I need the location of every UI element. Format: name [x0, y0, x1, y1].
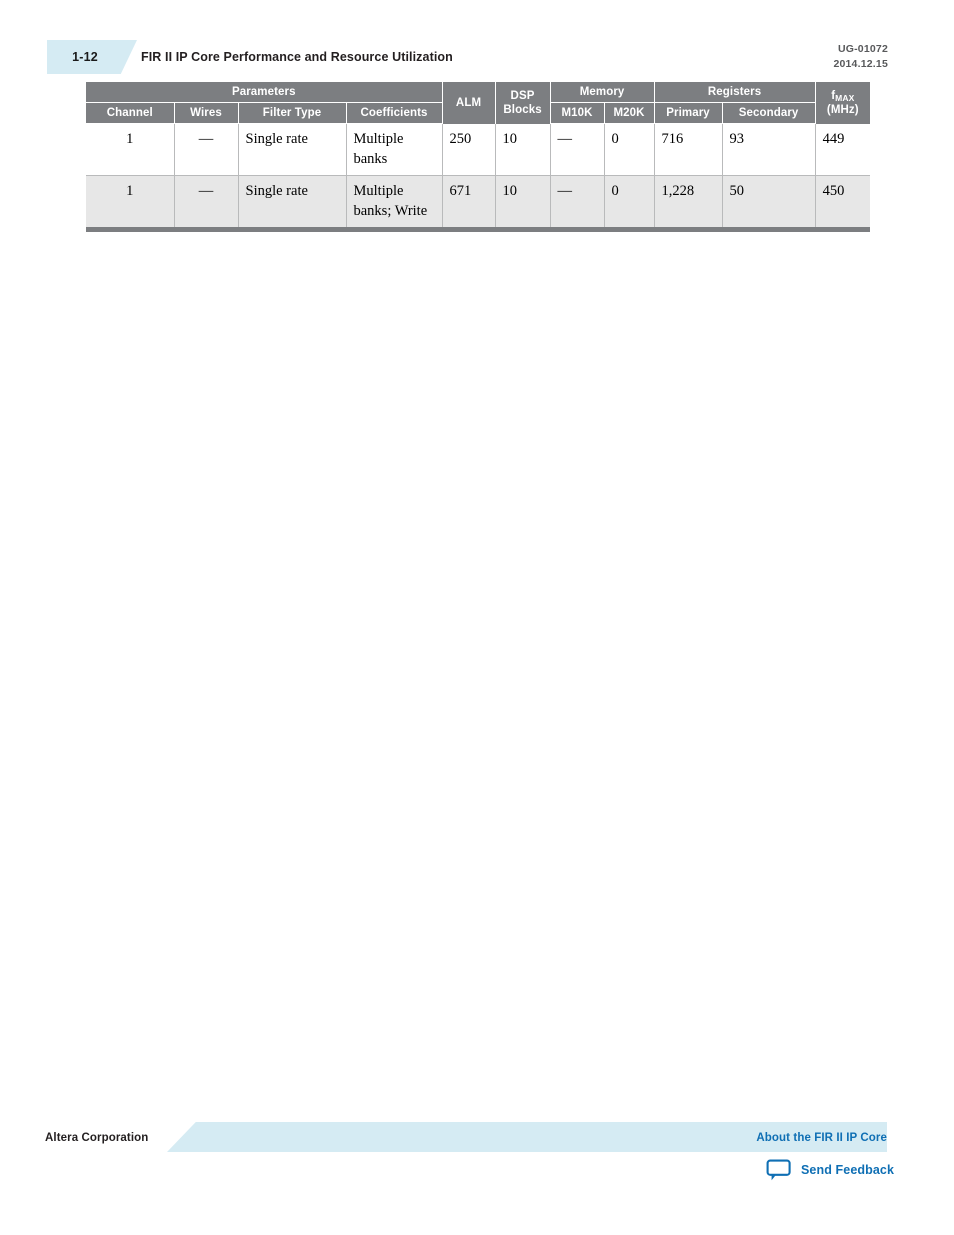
cell-fmax: 449	[814, 123, 871, 176]
page-number: 1-12	[72, 50, 98, 64]
cell-m20k: 0	[603, 123, 655, 176]
document-meta: UG-01072 2014.12.15	[833, 42, 888, 72]
table-row: 1 — Single rate Multiple banks; Write 67…	[86, 175, 871, 227]
header-dsp-blocks-line1: DSP	[510, 89, 535, 102]
header-filter-type: Filter Type	[237, 102, 347, 124]
cell-coefficients: Multiple banks; Write	[345, 175, 443, 227]
header-wires: Wires	[173, 102, 239, 124]
cell-fmax: 450	[814, 175, 871, 227]
cell-filter-type: Single rate	[237, 175, 347, 227]
cell-wires: —	[173, 175, 239, 227]
cell-primary: 1,228	[653, 175, 723, 227]
cell-m10k: —	[549, 123, 605, 176]
page-title: FIR II IP Core Performance and Resource …	[141, 50, 453, 64]
page-header: 1-12 FIR II IP Core Performance and Reso…	[0, 40, 954, 76]
header-primary: Primary	[653, 102, 723, 124]
cell-alm: 250	[441, 123, 496, 176]
send-feedback-label: Send Feedback	[801, 1163, 894, 1177]
cell-dsp-blocks: 10	[494, 123, 551, 176]
header-fmax-subscript: MAX	[835, 92, 855, 103]
cell-channel: 1	[86, 175, 175, 227]
header-secondary: Secondary	[721, 102, 816, 124]
footer-corporation: Altera Corporation	[45, 1132, 149, 1144]
document-id: UG-01072	[837, 43, 888, 55]
cell-m20k: 0	[603, 175, 655, 227]
table-header-group-row: Parameters ALM DSP Blocks Memory Registe…	[86, 82, 871, 124]
cell-channel: 1	[86, 123, 175, 176]
header-fmax: fMAX (MHz)	[814, 82, 871, 124]
header-fmax-unit: (MHz)	[826, 103, 859, 116]
cell-wires: —	[173, 123, 239, 176]
header-registers: Registers	[653, 82, 816, 103]
cell-secondary: 50	[721, 175, 816, 227]
speech-bubble-icon	[766, 1159, 792, 1181]
header-memory: Memory	[549, 82, 655, 103]
header-alm: ALM	[441, 82, 496, 124]
page-footer: Altera Corporation About the FIR II IP C…	[0, 1122, 954, 1182]
cell-primary: 716	[653, 123, 723, 176]
performance-table-container: Parameters ALM DSP Blocks Memory Registe…	[86, 82, 871, 232]
header-parameters: Parameters	[86, 82, 443, 103]
cell-dsp-blocks: 10	[494, 175, 551, 227]
cell-alm: 671	[441, 175, 496, 227]
send-feedback-button[interactable]: Send Feedback	[766, 1159, 894, 1181]
header-m20k: M20K	[603, 102, 655, 124]
performance-table: Parameters ALM DSP Blocks Memory Registe…	[86, 82, 871, 227]
table-row: 1 — Single rate Multiple banks 250 10 — …	[86, 123, 871, 176]
header-coefficients: Coefficients	[345, 102, 443, 124]
about-fir-ii-ip-core-link[interactable]: About the FIR II IP Core	[756, 1122, 887, 1152]
cell-m10k: —	[549, 175, 605, 227]
cell-coefficients: Multiple banks	[345, 123, 443, 176]
header-channel: Channel	[86, 102, 175, 124]
table-bottom-rule	[86, 227, 870, 232]
document-date: 2014.12.15	[833, 58, 888, 70]
cell-filter-type: Single rate	[237, 123, 347, 176]
cell-secondary: 93	[721, 123, 816, 176]
header-dsp-blocks-line2: Blocks	[503, 103, 542, 116]
header-m10k: M10K	[549, 102, 605, 124]
header-dsp-blocks: DSP Blocks	[494, 82, 551, 124]
